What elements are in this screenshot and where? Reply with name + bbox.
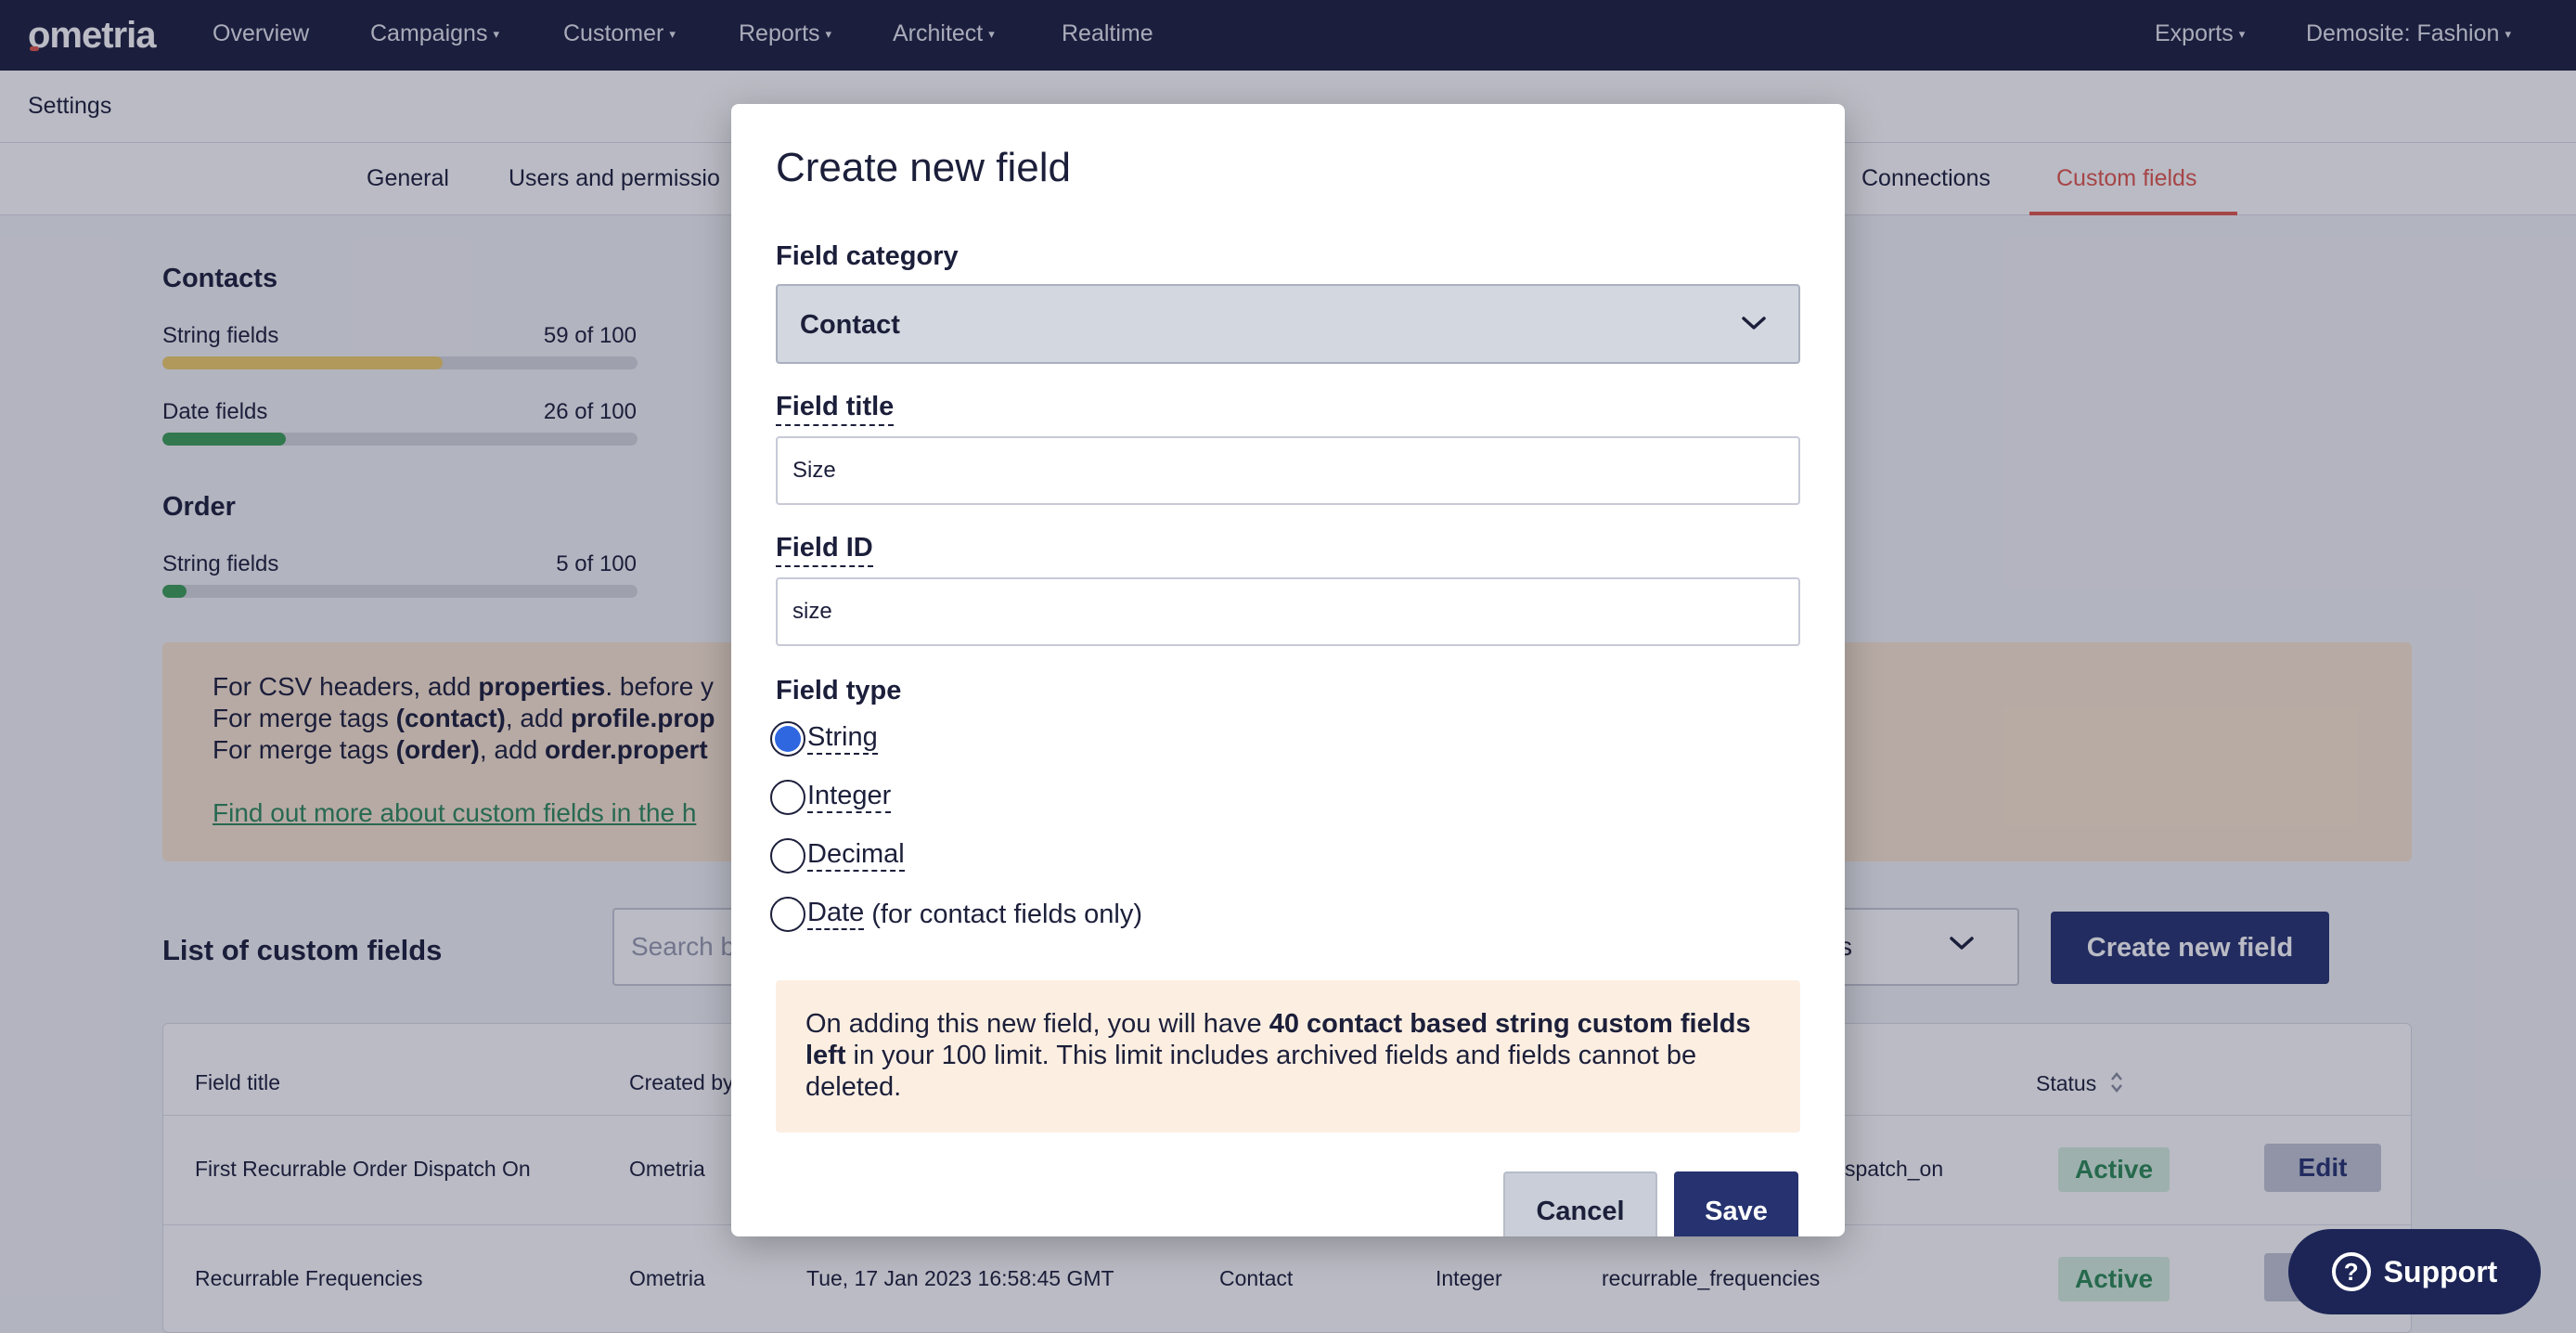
cancel-button[interactable]: Cancel [1503, 1171, 1657, 1236]
option-hint: (for contact fields only) [871, 899, 1142, 929]
field-category-label: Field category [776, 241, 959, 271]
radio-button[interactable] [770, 721, 805, 757]
field-type-option-integer[interactable]: Integer [770, 777, 892, 818]
modal-title: Create new field [776, 145, 1071, 190]
radio-button[interactable] [770, 780, 805, 815]
support-button[interactable]: ? Support [2288, 1229, 2541, 1314]
save-button[interactable]: Save [1674, 1171, 1798, 1236]
field-id-label: Field ID [776, 533, 873, 567]
field-limit-notice: On adding this new field, you will have … [776, 980, 1800, 1132]
radio-button[interactable] [770, 897, 805, 932]
option-label: Date [807, 898, 865, 930]
field-category-value: Contact [800, 310, 900, 340]
field-type-option-date[interactable]: Date (for contact fields only) [770, 894, 1142, 935]
field-type-option-string[interactable]: String [770, 718, 878, 759]
create-field-modal: Create new field Field category Contact … [731, 104, 1845, 1236]
field-title-label: Field title [776, 392, 895, 426]
field-category-select[interactable]: Contact [776, 284, 1800, 364]
field-id-input[interactable] [776, 577, 1800, 646]
question-icon: ? [2331, 1252, 2371, 1291]
support-label: Support [2383, 1254, 2498, 1288]
field-type-option-decimal[interactable]: Decimal [770, 835, 905, 876]
option-label: Integer [807, 781, 892, 813]
field-title-input[interactable] [776, 436, 1800, 505]
chevron-down-icon [1741, 314, 1767, 337]
option-label: String [807, 722, 878, 755]
option-label: Decimal [807, 839, 905, 872]
field-type-label: Field type [776, 676, 902, 705]
radio-button[interactable] [770, 838, 805, 874]
